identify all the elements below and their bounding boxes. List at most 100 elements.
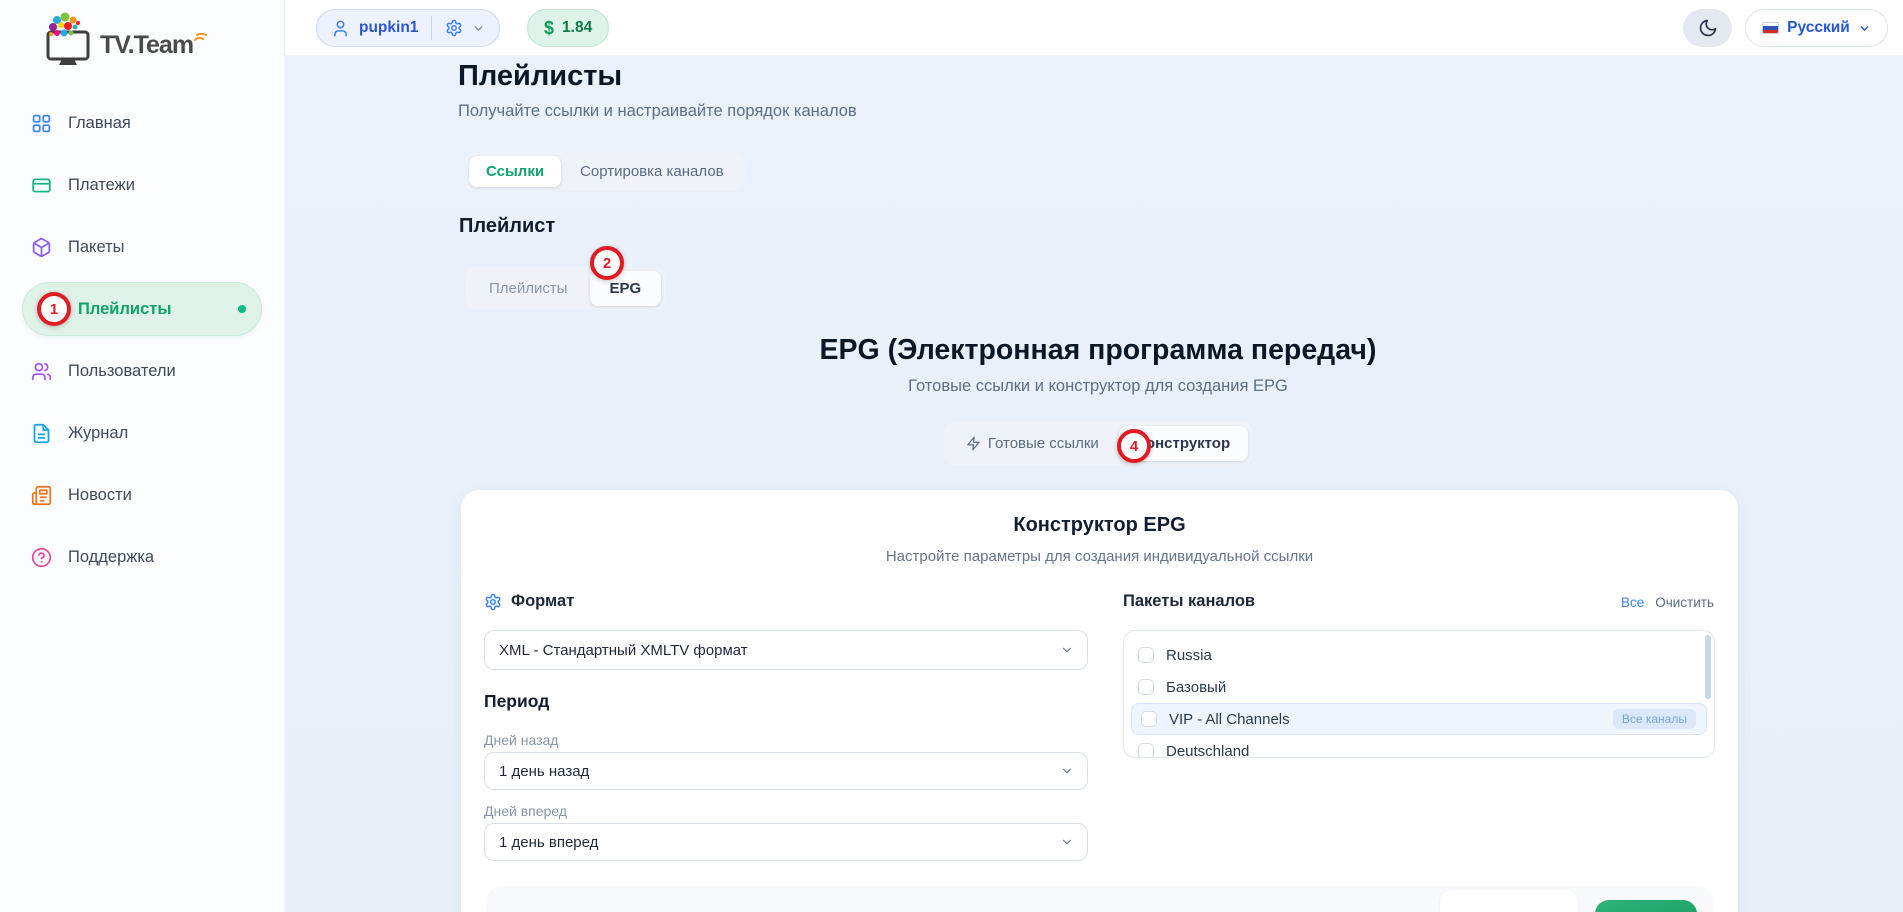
sidebar-item-payments[interactable]: Платежи xyxy=(0,154,284,216)
balance-value: 1.84 xyxy=(562,19,592,37)
app-root: TV.Team Главная Платежи xyxy=(0,0,1903,912)
package-row[interactable]: Russia xyxy=(1124,639,1714,671)
tab-playlists[interactable]: Плейлисты xyxy=(469,271,588,306)
days-back-select[interactable]: 1 день назад xyxy=(484,752,1088,790)
sidebar: TV.Team Главная Платежи xyxy=(0,0,285,912)
annotation-badge-1: 1 xyxy=(37,292,71,326)
help-circle-icon xyxy=(29,545,53,569)
chevron-down-icon xyxy=(1060,643,1074,657)
sidebar-menu: Главная Платежи Пакеты Плейлисты 1 xyxy=(0,92,284,588)
package-name: VIP - All Channels xyxy=(1169,711,1290,728)
package-name: Russia xyxy=(1166,647,1212,664)
sidebar-item-support[interactable]: Поддержка xyxy=(0,526,284,588)
user-menu-button[interactable]: pupkin1 xyxy=(316,9,500,47)
annotation-badge-4: 4 xyxy=(1117,429,1151,463)
clear-link[interactable]: Очистить xyxy=(1655,595,1714,610)
chevron-down-icon xyxy=(1060,764,1074,778)
packages-list: Russia Базовый VIP - All Channels Все ка… xyxy=(1123,630,1715,758)
moon-icon xyxy=(1698,18,1718,38)
secondary-button[interactable] xyxy=(1440,890,1578,912)
sidebar-item-label: Пользователи xyxy=(68,362,176,381)
pill-divider xyxy=(431,16,432,40)
gear-icon[interactable] xyxy=(445,19,463,37)
period-title: Период xyxy=(484,691,549,712)
sidebar-item-label: Главная xyxy=(68,114,131,133)
credit-card-icon xyxy=(29,173,53,197)
dashboard-icon xyxy=(29,111,53,135)
format-select-value: XML - Стандартный XMLTV формат xyxy=(499,642,748,659)
create-button[interactable] xyxy=(1595,900,1697,912)
checkbox[interactable] xyxy=(1138,743,1154,758)
package-name: Deutschland xyxy=(1166,743,1249,759)
packages-title: Пакеты каналов xyxy=(1123,592,1255,611)
days-forward-value: 1 день вперед xyxy=(499,834,598,851)
tab-label: Готовые ссылки xyxy=(988,435,1099,452)
users-icon xyxy=(29,359,53,383)
main-content: Плейлисты Получайте ссылки и настраивайт… xyxy=(285,56,1903,912)
annotation-badge-2: 2 xyxy=(590,246,624,280)
card-title: Конструктор EPG xyxy=(461,514,1738,537)
days-forward-label: Дней вперед xyxy=(484,803,567,819)
sidebar-item-playlists[interactable]: Плейлисты 1 xyxy=(0,278,284,340)
chevron-down-icon xyxy=(472,22,485,35)
logo-text: TV.Team xyxy=(100,31,193,72)
epg-constructor-card: Конструктор EPG Настройте параметры для … xyxy=(461,490,1738,912)
package-icon xyxy=(29,235,53,259)
sidebar-item-packages[interactable]: Пакеты xyxy=(0,216,284,278)
sidebar-item-users[interactable]: Пользователи xyxy=(0,340,284,402)
playlist-section-title: Плейлист xyxy=(459,215,555,238)
all-channels-badge: Все каналы xyxy=(1613,709,1696,729)
app-logo: TV.Team xyxy=(40,10,207,72)
checkbox[interactable] xyxy=(1138,647,1154,663)
sidebar-item-journal[interactable]: Журнал xyxy=(0,402,284,464)
package-name: Базовый xyxy=(1166,679,1226,696)
sidebar-item-label: Журнал xyxy=(68,424,128,443)
epg-subtitle: Готовые ссылки и конструктор для создани… xyxy=(458,377,1738,396)
days-back-label: Дней назад xyxy=(484,732,558,748)
tab-links[interactable]: Ссылки xyxy=(469,156,561,187)
checkbox[interactable] xyxy=(1141,711,1157,727)
gear-icon xyxy=(484,593,502,611)
document-icon xyxy=(29,421,53,445)
days-forward-select[interactable]: 1 день вперед xyxy=(484,823,1088,861)
language-selector[interactable]: Русский xyxy=(1745,9,1888,47)
sidebar-item-news[interactable]: Новости xyxy=(0,464,284,526)
topbar: pupkin1 $ 1.84 Русский xyxy=(285,0,1903,56)
username-label: pupkin1 xyxy=(359,19,418,37)
tab-ready-links[interactable]: Готовые ссылки xyxy=(948,426,1117,461)
sidebar-item-label: Пакеты xyxy=(68,238,125,257)
page-subtitle: Получайте ссылки и настраивайте порядок … xyxy=(458,102,857,121)
sidebar-item-label: Поддержка xyxy=(68,548,154,567)
package-row-highlighted[interactable]: VIP - All Channels Все каналы xyxy=(1131,703,1707,735)
list-scrollbar-thumb[interactable] xyxy=(1705,635,1711,699)
format-select[interactable]: XML - Стандартный XMLTV формат xyxy=(484,630,1088,670)
russia-flag-icon xyxy=(1762,22,1779,34)
language-label: Русский xyxy=(1787,19,1850,37)
epg-title: EPG (Электронная программа передач) xyxy=(458,334,1738,367)
days-back-value: 1 день назад xyxy=(499,763,589,780)
package-row[interactable]: Deutschland xyxy=(1124,735,1714,758)
epg-mode-tabs: Готовые ссылки Конструктор xyxy=(944,422,1252,465)
wifi-arc-icon xyxy=(193,30,207,72)
sidebar-item-label: Плейлисты xyxy=(78,300,171,319)
chevron-down-icon xyxy=(1060,835,1074,849)
card-subtitle: Настройте параметры для создания индивид… xyxy=(461,548,1738,565)
dark-mode-toggle[interactable] xyxy=(1683,9,1732,47)
links-sorting-tabs: Ссылки Сортировка каналов xyxy=(465,152,745,191)
person-icon xyxy=(331,19,350,38)
tab-channel-sorting[interactable]: Сортировка каналов xyxy=(563,156,741,187)
page-title: Плейлисты xyxy=(458,60,622,93)
sidebar-item-label: Новости xyxy=(68,486,132,505)
dollar-icon: $ xyxy=(544,18,554,39)
newspaper-icon xyxy=(29,483,53,507)
checkbox[interactable] xyxy=(1138,679,1154,695)
playlist-epg-tabs: Плейлисты EPG xyxy=(465,267,665,310)
tv-logo-icon xyxy=(40,10,96,72)
balance-button[interactable]: $ 1.84 xyxy=(527,9,609,47)
lightning-icon xyxy=(966,436,981,451)
sidebar-item-home[interactable]: Главная xyxy=(0,92,284,154)
select-all-link[interactable]: Все xyxy=(1621,595,1644,610)
chevron-down-icon xyxy=(1858,22,1871,35)
package-row[interactable]: Базовый xyxy=(1124,671,1714,703)
format-label: Формат xyxy=(484,592,574,611)
